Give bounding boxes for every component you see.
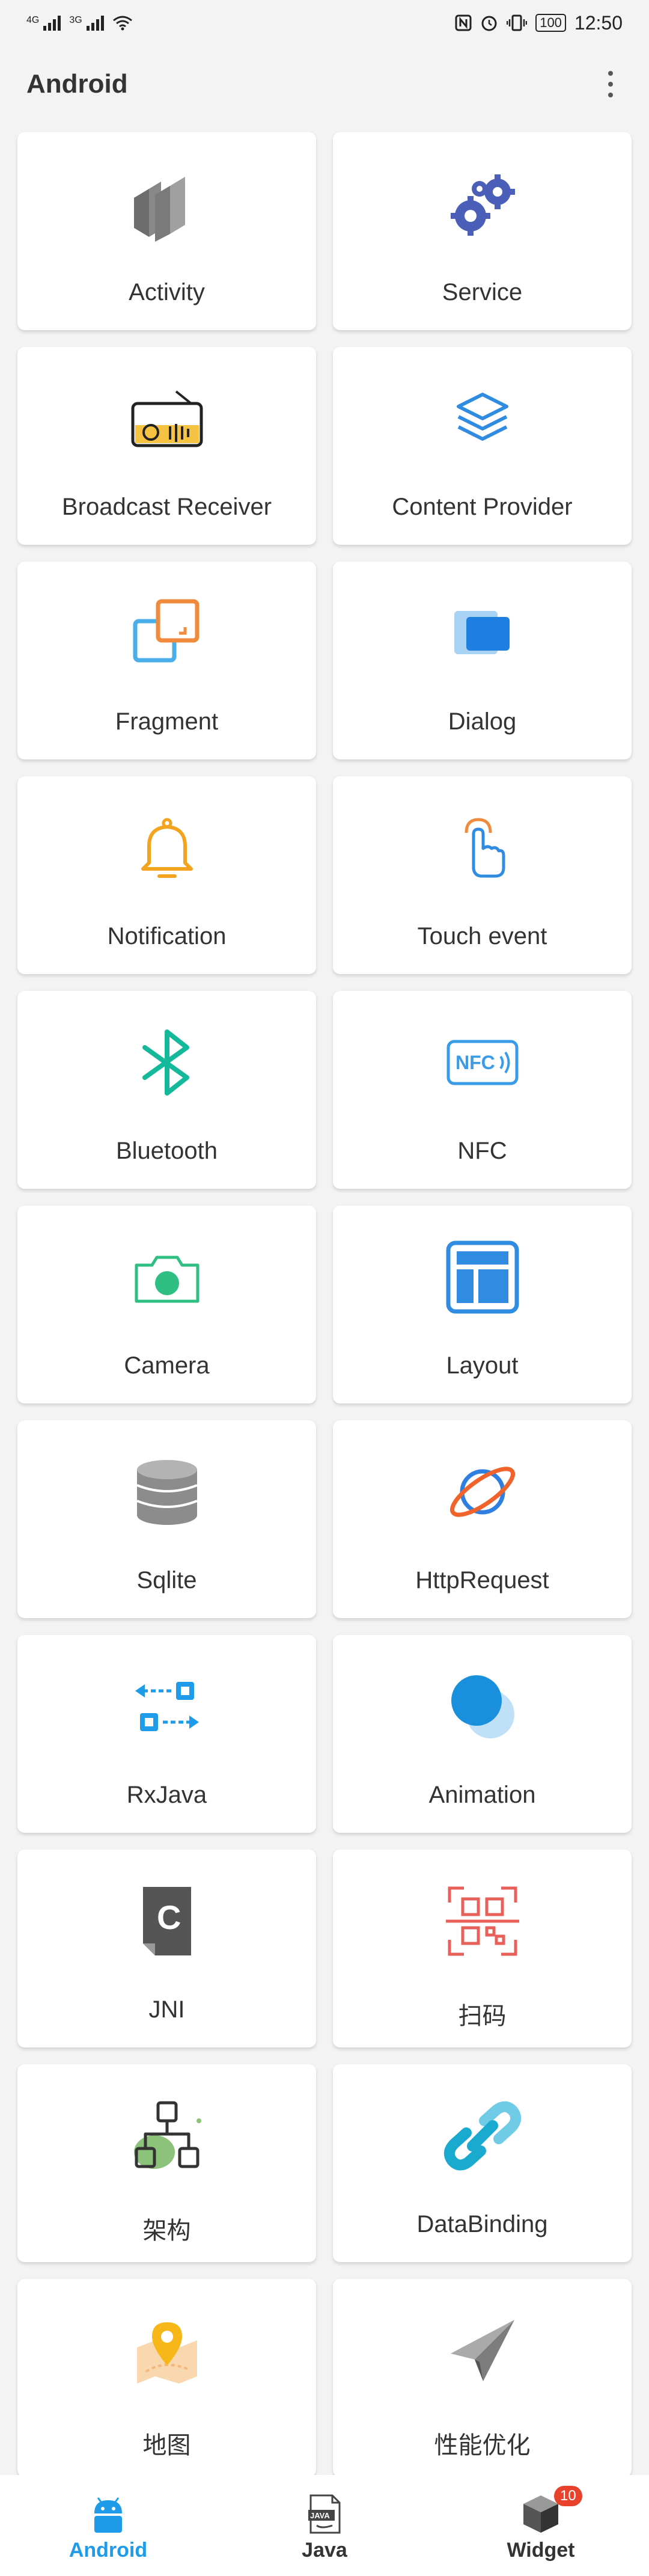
card-label: Broadcast Receiver <box>61 494 272 520</box>
card-label: Service <box>442 279 523 305</box>
card-rxjava[interactable]: RxJava <box>17 1635 316 1833</box>
gears-icon <box>450 174 515 236</box>
card-service[interactable]: Service <box>333 132 632 330</box>
circles-icon <box>451 1675 514 1738</box>
camera-icon <box>135 1256 199 1303</box>
c-file-icon: C <box>142 1887 191 1955</box>
card-camera[interactable]: Camera <box>17 1206 316 1403</box>
feature-grid: Activity Service Broadcast Receiver Cont… <box>17 132 632 2477</box>
card-activity[interactable]: Activity <box>17 132 316 330</box>
status-bar: 4G 3G 100 12:50 <box>0 0 649 46</box>
bell-icon <box>141 818 193 878</box>
card-label: Touch event <box>417 923 547 949</box>
card-nfc[interactable]: NFC NFC <box>333 991 632 1189</box>
radio-icon <box>131 390 203 447</box>
card-jni[interactable]: C JNI <box>17 1850 316 2047</box>
svg-text:JAVA: JAVA <box>310 2511 330 2520</box>
card-map[interactable]: 地图 <box>17 2279 316 2477</box>
transfer-arrows-icon <box>135 1682 199 1731</box>
battery-indicator: 100 <box>535 14 566 32</box>
card-label: Camera <box>124 1352 210 1379</box>
card-bluetooth[interactable]: Bluetooth <box>17 991 316 1189</box>
link-icon <box>443 2101 521 2171</box>
fragment-icon <box>133 599 199 663</box>
tab-label: Android <box>69 2538 148 2562</box>
map-pin-icon <box>136 2322 197 2384</box>
tab-label: Widget <box>507 2538 575 2562</box>
layout-icon <box>446 1240 519 1314</box>
card-layout[interactable]: Layout <box>333 1206 632 1403</box>
bluetooth-icon <box>142 1029 189 1096</box>
card-label: DataBinding <box>416 2211 548 2237</box>
tab-widget[interactable]: 10 Widget <box>451 2485 631 2562</box>
hand-pointer-icon <box>465 818 505 878</box>
card-label: RxJava <box>126 1782 207 1808</box>
status-left: 4G 3G <box>26 15 133 31</box>
card-label: Content Provider <box>392 494 573 520</box>
card-content-provider[interactable]: Content Provider <box>333 347 632 545</box>
qr-scan-icon <box>445 1886 519 1956</box>
layers-icon <box>456 393 508 441</box>
tab-label: Java <box>302 2538 347 2562</box>
card-notification[interactable]: Notification <box>17 776 316 974</box>
paper-plane-icon <box>450 2320 514 2381</box>
signal-icon: 3G <box>69 15 104 31</box>
nfc-icon: NFC <box>446 1040 518 1085</box>
svg-text:NFC: NFC <box>456 1052 495 1073</box>
card-label: Sqlite <box>136 1567 197 1593</box>
database-icon <box>136 1460 198 1525</box>
card-label: NFC <box>457 1138 507 1164</box>
card-label: 扫码 <box>458 2003 507 2029</box>
app-bar: Android <box>0 60 649 108</box>
network-type-1: 4G <box>26 15 40 25</box>
card-dialog[interactable]: Dialog <box>333 562 632 759</box>
network-type-2: 3G <box>69 15 82 25</box>
wifi-icon <box>112 16 132 31</box>
card-httprequest[interactable]: HttpRequest <box>333 1420 632 1618</box>
card-label: Notification <box>107 923 227 949</box>
tab-android[interactable]: Android <box>18 2489 198 2562</box>
card-sqlite[interactable]: Sqlite <box>17 1420 316 1618</box>
card-scan[interactable]: 扫码 <box>333 1850 632 2047</box>
vibrate-icon <box>507 14 528 31</box>
card-label: 性能优化 <box>434 2432 531 2459</box>
card-label: HttpRequest <box>415 1567 549 1593</box>
clock: 12:50 <box>574 11 623 34</box>
card-label: Activity <box>129 279 205 305</box>
card-animation[interactable]: Animation <box>333 1635 632 1833</box>
svg-text:C: C <box>157 1898 181 1936</box>
activity-icon <box>133 177 185 242</box>
card-label: 地图 <box>142 2432 191 2459</box>
card-label: Layout <box>446 1352 519 1379</box>
card-label: Animation <box>428 1782 536 1808</box>
card-label: Bluetooth <box>115 1138 218 1164</box>
nfc-status-icon <box>455 14 472 31</box>
planet-icon <box>449 1467 515 1517</box>
page-title: Android <box>26 69 128 99</box>
card-label: 架构 <box>142 2218 191 2244</box>
android-icon <box>94 2497 122 2533</box>
card-performance[interactable]: 性能优化 <box>333 2279 632 2477</box>
bottom-navigation: Android JAVA Java 10 Widget <box>0 2475 649 2576</box>
more-options-icon[interactable] <box>599 66 623 102</box>
card-databinding[interactable]: DataBinding <box>333 2064 632 2262</box>
card-broadcast-receiver[interactable]: Broadcast Receiver <box>17 347 316 545</box>
dialog-icon <box>454 611 510 654</box>
card-label: Dialog <box>448 708 517 735</box>
card-architecture[interactable]: 架构 <box>17 2064 316 2262</box>
card-label: Fragment <box>115 708 219 735</box>
signal-icon: 4G <box>26 15 61 31</box>
card-touch-event[interactable]: Touch event <box>333 776 632 974</box>
architecture-icon <box>133 2101 201 2169</box>
alarm-icon <box>481 16 497 31</box>
card-fragment[interactable]: Fragment <box>17 562 316 759</box>
status-right: 100 12:50 <box>455 12 623 34</box>
java-file-icon: JAVA <box>308 2494 341 2533</box>
notification-badge: 10 <box>554 2485 582 2506</box>
tab-java[interactable]: JAVA Java <box>234 2489 415 2562</box>
card-label: JNI <box>148 1996 185 2023</box>
